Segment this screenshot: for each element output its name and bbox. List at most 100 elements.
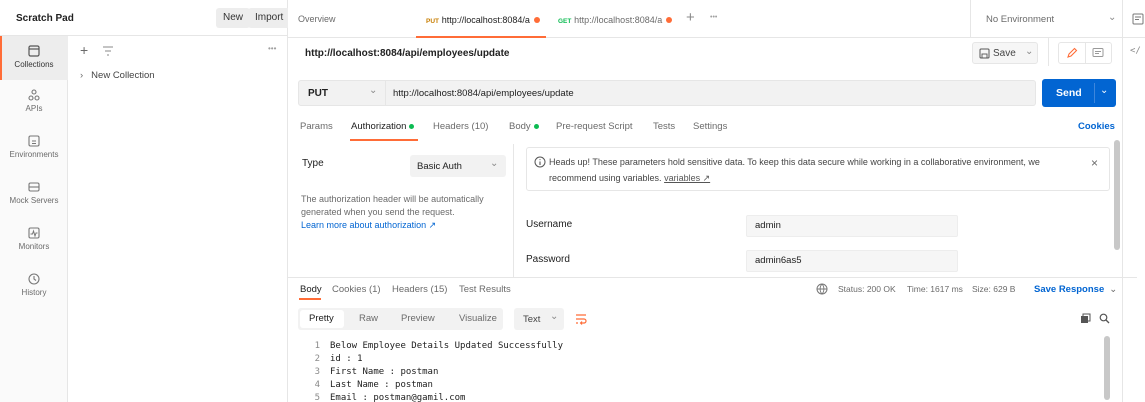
tab-bar: Overview PUT http://localhost:8084/a GET… — [288, 0, 1145, 38]
chevron-down-icon[interactable]: ⌄ — [1108, 12, 1116, 23]
view-visualize[interactable]: Visualize — [459, 308, 497, 330]
send-button[interactable]: Send ⌄ — [1042, 79, 1116, 107]
code-line: 5 Email : postman@gamil.com — [298, 392, 466, 402]
username-input[interactable]: admin — [746, 215, 958, 237]
tab-label: http://localhost:8084/a — [574, 15, 663, 25]
tab-more-icon[interactable]: ••• — [710, 14, 717, 21]
tab-test-results[interactable]: Test Results — [459, 284, 511, 295]
password-label: Password — [526, 254, 570, 265]
workspace-title: Scratch Pad — [16, 13, 74, 24]
collections-icon — [28, 45, 40, 57]
code-text: Below Employee Details Updated Successfu… — [330, 341, 563, 351]
tab-put-request[interactable]: PUT http://localhost:8084/a — [416, 0, 546, 38]
save-button[interactable]: Save ⌄ — [972, 42, 1038, 64]
response-status: Status: 200 OK — [838, 284, 896, 294]
tab-get-request[interactable]: GET http://localhost:8084/a — [548, 0, 676, 38]
sidebar-item-monitors[interactable]: Monitors — [0, 220, 68, 264]
code-line: 4 Last Name : postman — [298, 379, 433, 392]
copy-icon[interactable] — [1080, 313, 1091, 324]
sidebar-item-mock-servers[interactable]: Mock Servers — [0, 174, 68, 218]
code-text: id : 1 — [330, 354, 363, 364]
sidebar-item-apis[interactable]: APIs — [0, 82, 68, 126]
close-icon[interactable]: × — [1091, 156, 1098, 170]
new-button[interactable]: New — [216, 8, 251, 28]
auth-description: The authorization header will be automat… — [301, 194, 484, 217]
sidebar-item-label: Collections — [14, 60, 54, 69]
view-preview[interactable]: Preview — [401, 308, 435, 330]
monitors-icon — [28, 227, 40, 239]
code-snippet-icon[interactable]: </ — [1130, 46, 1141, 56]
collection-label: New Collection — [91, 70, 155, 81]
code-text: First Name : postman — [330, 367, 439, 377]
code-text: Last Name : postman — [330, 380, 433, 390]
code-line: 3 First Name : postman — [298, 366, 439, 379]
cookies-link[interactable]: Cookies — [1078, 121, 1115, 132]
auth-type-label: Type — [302, 158, 324, 169]
unsaved-dot — [533, 17, 540, 24]
request-scrollbar[interactable] — [1114, 140, 1120, 250]
password-input[interactable]: admin6as5 — [746, 250, 958, 272]
tab-settings[interactable]: Settings — [693, 121, 727, 132]
tab-overview[interactable]: Overview — [298, 0, 336, 38]
learn-more-link[interactable]: Learn more about authorization ↗ — [301, 220, 436, 231]
tab-params[interactable]: Params — [300, 121, 333, 132]
auth-type-value: Basic Auth — [417, 161, 462, 172]
active-tab-indicator — [350, 139, 418, 141]
tab-method: GET — [558, 18, 572, 25]
sidebar-item-history[interactable]: History — [0, 266, 68, 310]
username-label: Username — [526, 219, 573, 230]
comments-icon — [1092, 48, 1104, 57]
view-raw[interactable]: Raw — [359, 308, 378, 330]
response-view-switcher: Pretty Raw Preview Visualize — [298, 308, 503, 330]
save-response-label: Save Response — [1034, 284, 1105, 295]
url-value: http://localhost:8084/api/employees/upda… — [393, 88, 574, 99]
format-select[interactable]: Text ⌄ — [514, 308, 564, 330]
search-icon[interactable] — [1099, 313, 1110, 324]
environment-quick-look-icon[interactable] — [1132, 13, 1144, 25]
edit-docs-toggle[interactable] — [1058, 42, 1112, 64]
send-label: Send — [1056, 87, 1082, 99]
sensitive-data-warning: Heads up! These parameters hold sensitiv… — [526, 147, 1110, 191]
add-collection-icon[interactable]: + — [80, 42, 88, 58]
save-label: Save — [993, 48, 1016, 59]
tab-response-cookies[interactable]: Cookies (1) — [332, 284, 381, 295]
tab-tests[interactable]: Tests — [653, 121, 675, 132]
filter-icon[interactable] — [102, 46, 114, 56]
new-tab-button[interactable]: + — [686, 9, 695, 26]
line-number: 5 — [314, 393, 320, 402]
import-button[interactable]: Import — [248, 8, 291, 28]
globe-icon[interactable] — [816, 283, 828, 295]
save-response-button[interactable]: Save Response ⌄ — [1034, 284, 1117, 295]
tab-response-body[interactable]: Body — [300, 284, 322, 295]
response-scrollbar[interactable] — [1104, 336, 1110, 400]
environment-select[interactable]: No Environment — [986, 14, 1054, 25]
variables-link[interactable]: variables ↗ — [664, 173, 710, 183]
tab-pre-request-script[interactable]: Pre-request Script — [556, 121, 633, 132]
sidebar-item-label: APIs — [25, 104, 43, 113]
tab-label: http://localhost:8084/a — [441, 15, 530, 25]
sidebar-item-collections[interactable]: Collections — [0, 36, 68, 80]
request-title[interactable]: http://localhost:8084/api/employees/upda… — [305, 48, 510, 59]
tab-body[interactable]: Body — [509, 121, 539, 132]
sidebar-item-label: Mock Servers — [9, 196, 59, 205]
response-divider[interactable] — [288, 277, 1137, 278]
wrap-lines-icon[interactable] — [574, 312, 588, 326]
sidebar-item-environments[interactable]: Environments — [0, 128, 68, 172]
response-time: Time: 1617 ms — [907, 284, 963, 294]
tab-response-headers[interactable]: Headers (15) — [392, 284, 447, 295]
format-value: Text — [523, 314, 541, 325]
view-pretty-label[interactable]: Pretty — [309, 308, 334, 330]
warning-text: Heads up! These parameters hold sensitiv… — [549, 157, 1040, 167]
line-number: 3 — [314, 367, 320, 377]
auth-type-select[interactable]: Basic Auth ⌄ — [410, 155, 506, 177]
apis-icon — [28, 89, 40, 101]
method-select[interactable]: PUT ⌄ — [298, 80, 386, 106]
save-icon — [979, 48, 990, 59]
tab-headers[interactable]: Headers (10) — [433, 121, 488, 132]
url-input[interactable]: http://localhost:8084/api/employees/upda… — [386, 80, 1036, 106]
line-number: 1 — [314, 341, 320, 351]
collection-item[interactable]: › New Collection — [80, 70, 155, 81]
more-options-icon[interactable]: ••• — [268, 44, 276, 53]
tab-authorization[interactable]: Authorization — [351, 121, 415, 132]
line-number: 4 — [314, 380, 320, 390]
